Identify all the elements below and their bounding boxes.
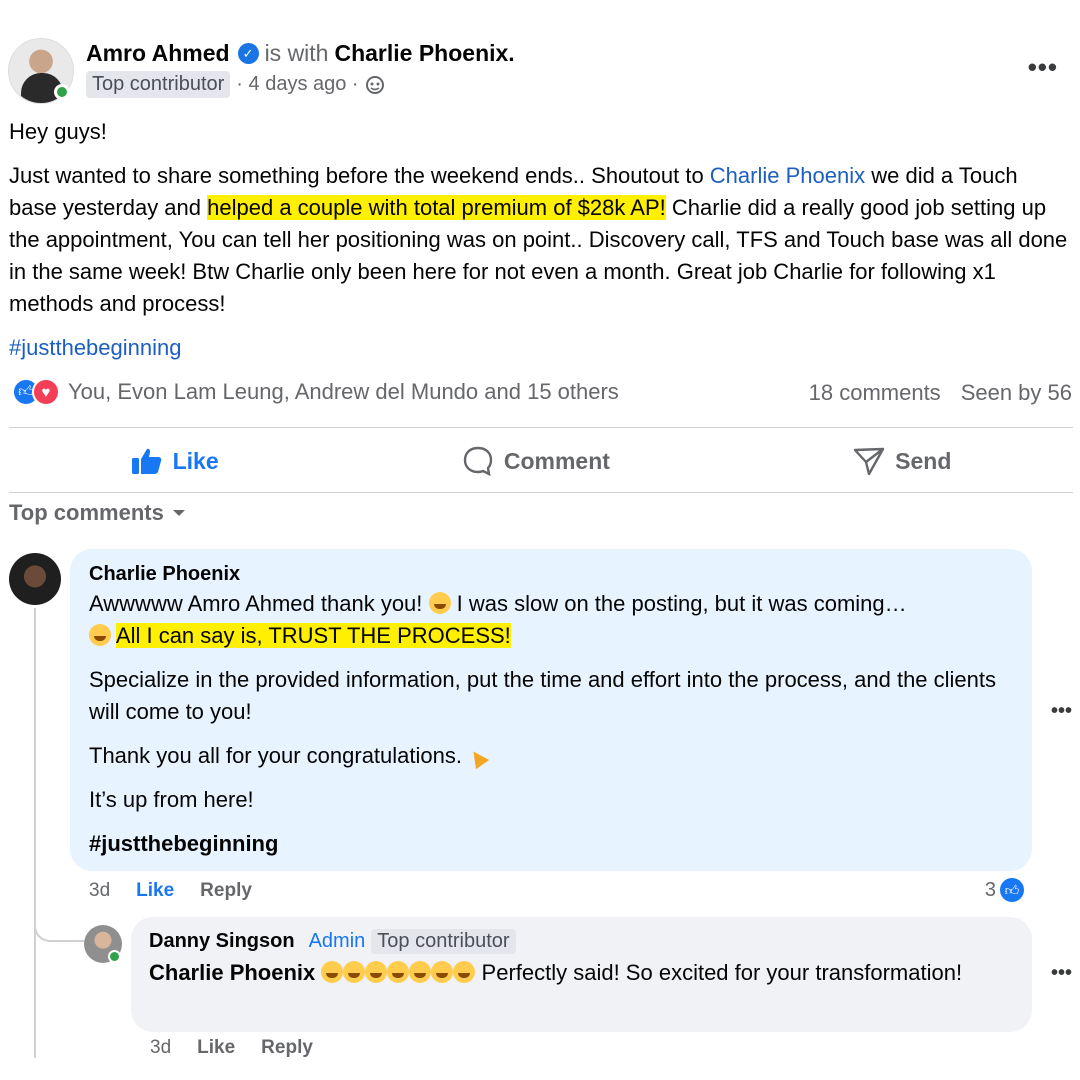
comments-count[interactable]: 18 comments — [809, 380, 941, 406]
reply-header: Danny Singson Admin Top contributor — [149, 929, 1014, 954]
reply-reply-button[interactable]: Reply — [261, 1037, 313, 1059]
grinning-emoji-row — [321, 960, 481, 985]
comment-reaction-count[interactable]: 3 👍︎ — [985, 876, 1026, 904]
reply-text: Charlie Phoenix Perfectly said! So excit… — [149, 957, 1014, 989]
comment-line: Awwwww Amro Ahmed thank you! I was slow … — [89, 588, 1014, 620]
grinning-emoji-icon — [321, 961, 344, 983]
highlighted-text: helped a couple with total premium of $2… — [207, 195, 666, 220]
comment-paragraph: Thank you all for your congratulations. — [89, 740, 1014, 772]
grinning-emoji-icon — [387, 961, 410, 983]
post-greeting: Hey guys! — [9, 119, 107, 144]
send-button[interactable]: Send — [853, 446, 951, 476]
thread-connector — [34, 900, 84, 942]
author-name[interactable]: Amro Ahmed — [86, 40, 230, 67]
grinning-emoji-icon — [431, 961, 454, 983]
replier-name[interactable]: Danny Singson — [149, 930, 295, 953]
comment-time[interactable]: 3d — [89, 880, 110, 902]
send-label: Send — [895, 447, 952, 474]
commenter-avatar[interactable] — [9, 553, 61, 605]
mention-link[interactable]: Charlie Phoenix — [710, 163, 865, 188]
grinning-emoji-icon — [343, 961, 366, 983]
comment-bubble: Charlie Phoenix Awwwww Amro Ahmed thank … — [70, 549, 1032, 871]
thread-line — [34, 608, 36, 1058]
reply-footer: 3d Like Reply — [150, 1037, 313, 1059]
like-reaction-icon: 👍︎ — [998, 876, 1026, 904]
comment-label: Comment — [503, 447, 610, 474]
post-body: Hey guys! Just wanted to share something… — [9, 116, 1069, 376]
grinning-emoji-icon — [365, 961, 388, 983]
reply-more-options-icon[interactable]: ••• — [1051, 962, 1072, 985]
comment-paragraph: It’s up from here! — [89, 787, 254, 812]
comment-line: All I can say is, TRUST THE PROCESS! — [89, 620, 1014, 652]
divider — [9, 492, 1073, 493]
send-icon — [853, 447, 885, 476]
reply-time[interactable]: 3d — [150, 1037, 171, 1059]
group-audience-icon — [365, 75, 384, 94]
comment-footer: 3d Like Reply — [89, 880, 252, 902]
online-status-dot — [54, 84, 70, 100]
comment-sort-dropdown[interactable]: Top comments — [9, 500, 188, 526]
comment-text-part: I was slow on the posting, but it was co… — [450, 591, 907, 616]
post-text-part: Just wanted to share something before th… — [9, 163, 710, 188]
comment-text-part: Awwwww Amro Ahmed thank you! — [89, 591, 429, 616]
post-time[interactable]: · 4 days ago · — [236, 73, 358, 96]
smiling-emoji-icon — [428, 592, 451, 614]
top-contributor-badge: Top contributor — [371, 929, 516, 954]
reply-like-button[interactable]: Like — [197, 1037, 235, 1059]
reply-bubble: Danny Singson Admin Top contributor Char… — [131, 917, 1032, 1032]
admin-badge: Admin — [308, 930, 366, 952]
comment-text: Awwwww Amro Ahmed thank you! I was slow … — [89, 588, 1014, 860]
post-hashtag[interactable]: #justthebeginning — [9, 332, 1069, 364]
comment-hashtag[interactable]: #justthebeginning — [89, 828, 1014, 860]
comment-paragraph: Specialize in the provided information, … — [89, 667, 997, 724]
chevron-down-icon — [172, 510, 185, 516]
love-reaction-icon: ♥ — [32, 378, 60, 406]
grinning-emoji-icon — [89, 624, 111, 646]
post-author-line: Amro Ahmed ✓ is with Charlie Phoenix. — [86, 40, 515, 67]
divider — [9, 427, 1073, 428]
post-more-options-icon[interactable]: ••• — [1028, 52, 1058, 83]
reply-text-part: Perfectly said! So excited for your tran… — [481, 960, 963, 985]
top-contributor-badge: Top contributor — [86, 71, 231, 98]
comment-like-button[interactable]: Like — [136, 880, 174, 902]
with-text: is with — [264, 40, 329, 66]
tagged-user[interactable]: Charlie Phoenix. — [334, 40, 514, 67]
reaction-count-number: 3 — [984, 878, 996, 901]
commenter-name[interactable]: Charlie Phoenix — [89, 563, 1014, 586]
comment-more-options-icon[interactable]: ••• — [1051, 700, 1072, 723]
like-label: Like — [172, 447, 219, 474]
post-action-bar: Like Comment Send — [9, 430, 1073, 492]
mention-link[interactable]: Charlie Phoenix — [149, 960, 315, 985]
thumbs-up-icon — [131, 448, 161, 474]
highlighted-text: All I can say is, TRUST THE PROCESS! — [115, 623, 511, 648]
grinning-emoji-icon — [453, 961, 476, 983]
top-comments-label: Top comments — [9, 500, 164, 525]
party-popper-icon — [468, 744, 490, 766]
comment-icon — [463, 446, 493, 477]
reactions-summary[interactable]: 👍︎ ♥ You, Evon Lam Leung, Andrew del Mun… — [12, 378, 619, 406]
seen-by-count[interactable]: Seen by 56 — [961, 380, 1072, 406]
like-button[interactable]: Like — [131, 447, 219, 475]
comment-text-part: Thank you all for your congratulations. — [89, 743, 469, 768]
reactors-text[interactable]: You, Evon Lam Leung, Andrew del Mundo an… — [68, 379, 619, 405]
online-status-dot — [108, 950, 121, 963]
comment-reply-button[interactable]: Reply — [200, 880, 252, 902]
comment-button[interactable]: Comment — [462, 445, 610, 477]
post-paragraph: Just wanted to share something before th… — [9, 160, 1069, 320]
grinning-emoji-icon — [409, 961, 432, 983]
verified-badge-icon: ✓ — [237, 43, 259, 64]
post-meta: Top contributor · 4 days ago · — [86, 71, 385, 98]
post-counts: 18 comments Seen by 56 — [809, 380, 1072, 406]
